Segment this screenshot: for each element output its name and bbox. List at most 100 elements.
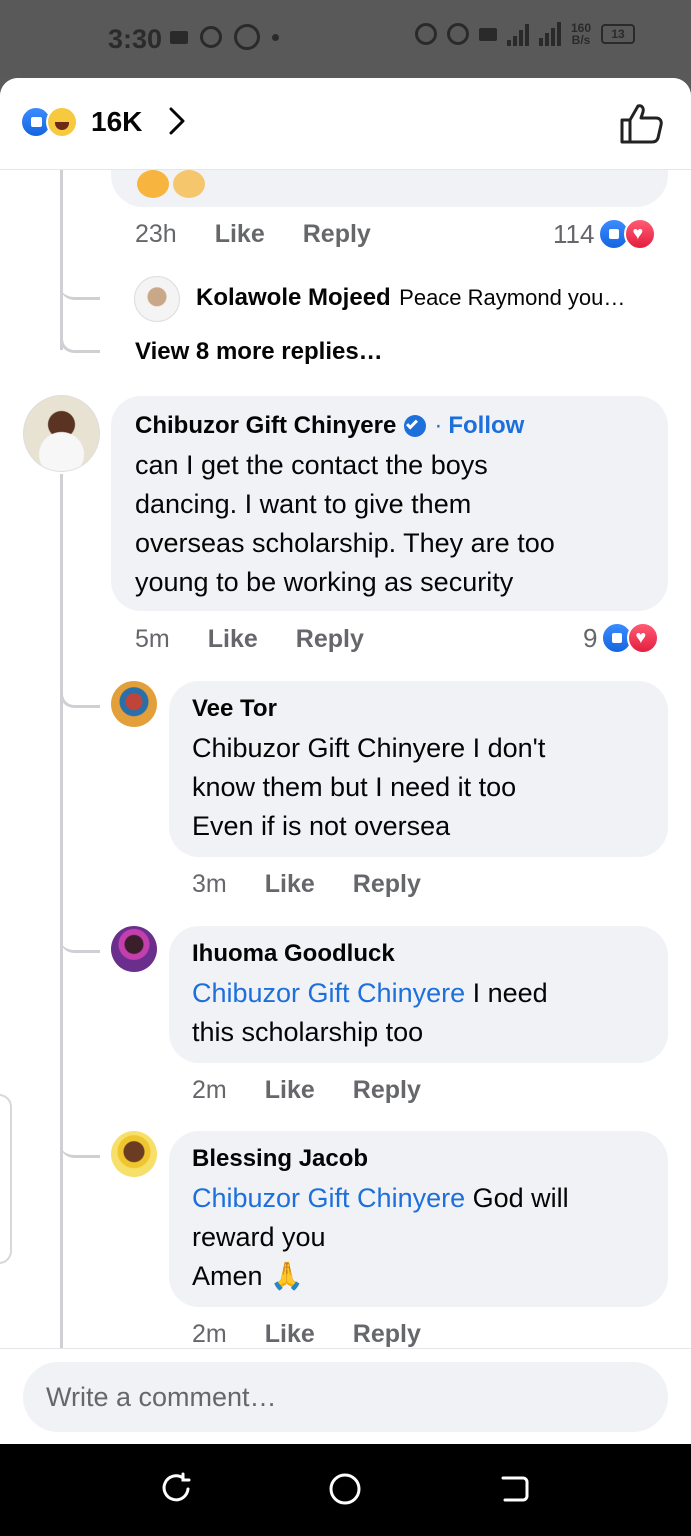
reply-bubble: Vee Tor Chibuzor Gift Chinyere I don't k… bbox=[169, 681, 668, 857]
recents-icon[interactable] bbox=[159, 1472, 193, 1506]
comment-reactions[interactable]: 114 bbox=[553, 218, 657, 250]
reply-author[interactable]: Ihuoma Goodluck bbox=[192, 940, 395, 968]
reply-button[interactable]: Reply bbox=[353, 1320, 421, 1349]
emoji-icon bbox=[173, 170, 205, 198]
reply-text-line: Amen 🙏 bbox=[192, 1261, 304, 1291]
reply-bubble: Blessing Jacob Chibuzor Gift Chinyere Go… bbox=[169, 1131, 668, 1307]
like-button[interactable]: Like bbox=[215, 220, 265, 249]
mention-link[interactable]: Chibuzor Gift Chinyere bbox=[192, 1183, 465, 1213]
comment-meta: 23h Like Reply bbox=[135, 220, 371, 249]
comment-reactions[interactable]: 9 bbox=[583, 622, 660, 654]
reaction-count: 114 bbox=[553, 218, 595, 249]
reaction-summary[interactable] bbox=[20, 106, 84, 138]
like-button[interactable]: Like bbox=[265, 1320, 315, 1349]
avatar[interactable] bbox=[111, 1131, 157, 1177]
emoji-icon bbox=[137, 170, 169, 198]
reply-text: Chibuzor Gift Chinyere God will reward y… bbox=[192, 1179, 569, 1296]
comment-text: can I get the contact the boys dancing. … bbox=[135, 446, 555, 602]
message-icon bbox=[170, 30, 188, 44]
verified-badge-icon bbox=[404, 415, 427, 437]
comment-bubble-partial bbox=[111, 170, 668, 207]
home-icon[interactable] bbox=[328, 1472, 362, 1506]
reply-text: Chibuzor Gift Chinyere I don't know them… bbox=[192, 729, 545, 846]
comment-bubble: Chibuzor Gift Chinyere · Follow can I ge… bbox=[111, 396, 668, 611]
reply-connector bbox=[60, 682, 100, 708]
comment-time: 5m bbox=[135, 625, 170, 653]
love-icon bbox=[624, 218, 657, 250]
reply-text-tail: God will bbox=[465, 1183, 569, 1213]
view-more-replies[interactable]: View 8 more replies… bbox=[135, 338, 383, 366]
reply-time: 2m bbox=[192, 1320, 227, 1348]
reply-button[interactable]: Reply bbox=[353, 1076, 421, 1105]
reply-meta: 2m Like Reply bbox=[192, 1320, 421, 1349]
reply-preview-text: Peace Raymond you… bbox=[399, 285, 626, 310]
comment-input[interactable] bbox=[23, 1362, 668, 1432]
comment-input-wrapper[interactable] bbox=[23, 1362, 668, 1432]
more-dot-icon bbox=[272, 33, 279, 41]
back-icon[interactable] bbox=[497, 1472, 531, 1506]
reply-text-line: Chibuzor Gift Chinyere I don't bbox=[192, 733, 546, 763]
haha-icon bbox=[46, 106, 78, 138]
status-left-icons bbox=[170, 24, 279, 50]
avatar[interactable] bbox=[111, 681, 157, 727]
net-speed-unit: B/s bbox=[571, 33, 591, 47]
reply-text-tail: I need bbox=[465, 978, 548, 1008]
side-handle[interactable] bbox=[0, 1094, 12, 1264]
reply-author[interactable]: Blessing Jacob bbox=[192, 1145, 368, 1173]
settings-icon bbox=[200, 26, 222, 48]
reply-text-line: know them but I need it too bbox=[192, 772, 517, 802]
separator-dot: · bbox=[434, 412, 443, 439]
reply-meta: 2m Like Reply bbox=[192, 1076, 421, 1105]
reply-author[interactable]: Vee Tor bbox=[192, 695, 277, 723]
status-time: 3:30 bbox=[108, 24, 163, 54]
reply-time: 3m bbox=[192, 870, 227, 898]
reply-button[interactable]: Reply bbox=[296, 625, 364, 654]
reply-time: 2m bbox=[192, 1076, 227, 1104]
follow-button[interactable]: Follow bbox=[448, 412, 524, 440]
comment-meta: 5m Like Reply bbox=[135, 625, 364, 654]
status-right-icons: 160 B/s 13 bbox=[415, 22, 636, 46]
signal-4g-icon bbox=[539, 22, 561, 46]
reply-button[interactable]: Reply bbox=[303, 220, 371, 249]
reaction-count[interactable]: 16K bbox=[91, 106, 142, 138]
comment-text-line: young to be working as security bbox=[135, 567, 514, 597]
chevron-right-icon[interactable] bbox=[162, 106, 192, 136]
thumbs-up-icon[interactable] bbox=[618, 102, 664, 144]
love-icon bbox=[627, 622, 660, 654]
comments-list: 23h Like Reply 114 Kolawole Mojeed Peace… bbox=[0, 170, 691, 1352]
net-speed: 160 B/s bbox=[571, 22, 591, 46]
vibrate-icon bbox=[479, 27, 497, 41]
comment-text-line: dancing. I want to give them bbox=[135, 489, 472, 519]
system-nav-bar bbox=[0, 1444, 691, 1536]
data-saver-icon bbox=[415, 23, 437, 45]
comment-time: 23h bbox=[135, 220, 177, 248]
reply-author[interactable]: Kolawole Mojeed bbox=[196, 284, 391, 311]
reaction-count: 9 bbox=[583, 622, 598, 653]
comments-sheet: 16K 23h Like Reply 114 ♥ Kolawole Mojeed… bbox=[0, 78, 691, 1444]
thread-line bbox=[60, 474, 63, 1352]
preview-reply[interactable]: Kolawole Mojeed Peace Raymond you… bbox=[196, 284, 666, 312]
comment-text-line: can I get the contact the boys bbox=[135, 450, 488, 480]
comment-text-line: overseas scholarship. They are too bbox=[135, 528, 555, 558]
reply-text-line: this scholarship too bbox=[192, 1017, 424, 1047]
reply-bubble: Ihuoma Goodluck Chibuzor Gift Chinyere I… bbox=[169, 926, 668, 1063]
reply-text: Chibuzor Gift Chinyere I need this schol… bbox=[192, 974, 548, 1052]
battery-icon: 13 bbox=[601, 24, 636, 44]
alarm-icon bbox=[447, 23, 469, 45]
sheet-header: 16K bbox=[0, 78, 691, 170]
composer-bar bbox=[0, 1348, 691, 1444]
status-bar: 3:30 160 B/s 13 bbox=[0, 0, 691, 78]
reply-text-line: Even if is not oversea bbox=[192, 811, 451, 841]
mention-link[interactable]: Chibuzor Gift Chinyere bbox=[192, 978, 465, 1008]
like-button[interactable]: Like bbox=[265, 1076, 315, 1105]
reply-button[interactable]: Reply bbox=[353, 870, 421, 899]
whatsapp-icon bbox=[234, 24, 260, 50]
like-button[interactable]: Like bbox=[208, 625, 258, 654]
comment-author[interactable]: Chibuzor Gift Chinyere bbox=[135, 412, 396, 440]
avatar[interactable] bbox=[134, 276, 180, 322]
reply-connector bbox=[60, 930, 100, 953]
screen: 3:30 160 B/s 13 16K 23h Like Reply 114 ♥… bbox=[0, 0, 691, 1536]
avatar[interactable] bbox=[23, 395, 100, 472]
like-button[interactable]: Like bbox=[265, 870, 315, 899]
avatar[interactable] bbox=[111, 926, 157, 972]
